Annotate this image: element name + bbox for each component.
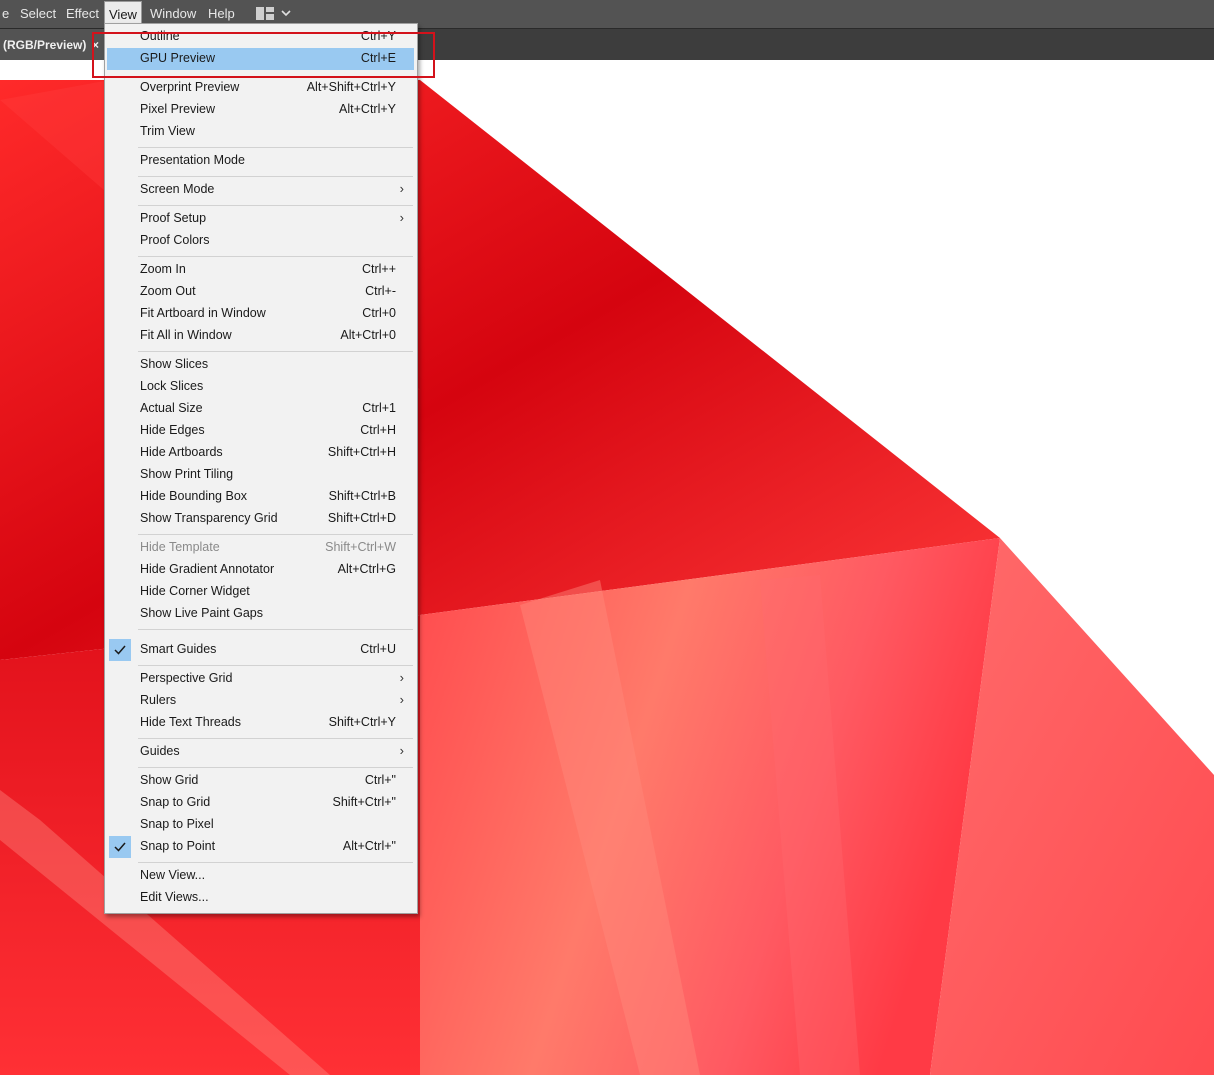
menu-separator (138, 862, 413, 863)
submenu-arrow-icon: › (399, 743, 404, 758)
menu-item-show-grid[interactable]: Show Grid Ctrl+" (107, 770, 414, 792)
menu-select[interactable]: Select (16, 0, 60, 28)
checkmark-icon (109, 836, 131, 858)
document-tab[interactable]: (RGB/Preview) × (0, 29, 104, 61)
chevron-down-icon[interactable] (281, 7, 291, 21)
menu-separator (138, 738, 413, 739)
menu-separator (138, 256, 413, 257)
menu-item-fit-artboard[interactable]: Fit Artboard in Window Ctrl+0 (107, 303, 414, 325)
menu-item-zoom-in[interactable]: Zoom In Ctrl++ (107, 259, 414, 281)
menu-separator (138, 351, 413, 352)
menu-item-snap-to-point[interactable]: Snap to Point Alt+Ctrl+" (107, 836, 414, 858)
menu-item-snap-to-grid[interactable]: Snap to Grid Shift+Ctrl+" (107, 792, 414, 814)
menu-item-show-slices[interactable]: Show Slices (107, 354, 414, 376)
submenu-arrow-icon: › (399, 210, 404, 225)
menu-item-presentation-mode[interactable]: Presentation Mode (107, 150, 414, 172)
document-tab-title: (RGB/Preview) (3, 38, 87, 52)
menu-separator (138, 629, 413, 630)
submenu-arrow-icon: › (399, 692, 404, 707)
menu-separator (138, 665, 413, 666)
annotation-highlight-box (92, 32, 435, 78)
workspace-layout-icon[interactable] (256, 7, 274, 20)
menu-effect[interactable]: Effect (62, 0, 103, 28)
menu-file[interactable]: e (0, 0, 13, 28)
menu-item-hide-bounding-box[interactable]: Hide Bounding Box Shift+Ctrl+B (107, 486, 414, 508)
menu-item-edit-views[interactable]: Edit Views... (107, 887, 414, 909)
checkmark-icon (109, 639, 131, 661)
menu-item-fit-all[interactable]: Fit All in Window Alt+Ctrl+0 (107, 325, 414, 347)
menu-item-hide-corner-widget[interactable]: Hide Corner Widget (107, 581, 414, 603)
menu-item-show-live-paint-gaps[interactable]: Show Live Paint Gaps (107, 603, 414, 625)
submenu-arrow-icon: › (399, 181, 404, 196)
menu-item-zoom-out[interactable]: Zoom Out Ctrl+- (107, 281, 414, 303)
menu-item-smart-guides[interactable]: Smart Guides Ctrl+U (107, 639, 414, 661)
menu-item-hide-artboards[interactable]: Hide Artboards Shift+Ctrl+H (107, 442, 414, 464)
view-menu-dropdown: Outline Ctrl+Y GPU Preview Ctrl+E Overprin… (104, 23, 418, 914)
menu-item-pixel-preview[interactable]: Pixel Preview Alt+Ctrl+Y (107, 99, 414, 121)
menu-item-hide-edges[interactable]: Hide Edges Ctrl+H (107, 420, 414, 442)
menu-item-perspective-grid[interactable]: Perspective Grid › (107, 668, 414, 690)
menu-item-new-view[interactable]: New View... (107, 865, 414, 887)
menu-item-guides[interactable]: Guides › (107, 741, 414, 763)
menu-item-show-print-tiling[interactable]: Show Print Tiling (107, 464, 414, 486)
menu-item-show-transparency-grid[interactable]: Show Transparency Grid Shift+Ctrl+D (107, 508, 414, 530)
menu-item-hide-gradient-annotator[interactable]: Hide Gradient Annotator Alt+Ctrl+G (107, 559, 414, 581)
submenu-arrow-icon: › (399, 670, 404, 685)
menu-separator (138, 767, 413, 768)
menu-item-hide-text-threads[interactable]: Hide Text Threads Shift+Ctrl+Y (107, 712, 414, 734)
menu-item-snap-to-pixel[interactable]: Snap to Pixel (107, 814, 414, 836)
menu-separator (138, 534, 413, 535)
menu-separator (138, 147, 413, 148)
menu-item-overprint-preview[interactable]: Overprint Preview Alt+Shift+Ctrl+Y (107, 77, 414, 99)
menu-item-proof-colors[interactable]: Proof Colors (107, 230, 414, 252)
menu-item-proof-setup[interactable]: Proof Setup › (107, 208, 414, 230)
menu-separator (138, 176, 413, 177)
menu-separator (138, 205, 413, 206)
menu-item-actual-size[interactable]: Actual Size Ctrl+1 (107, 398, 414, 420)
menu-item-lock-slices[interactable]: Lock Slices (107, 376, 414, 398)
menu-item-trim-view[interactable]: Trim View (107, 121, 414, 143)
menu-item-rulers[interactable]: Rulers › (107, 690, 414, 712)
menu-item-screen-mode[interactable]: Screen Mode › (107, 179, 414, 201)
menu-item-hide-template: Hide Template Shift+Ctrl+W (140, 540, 396, 554)
